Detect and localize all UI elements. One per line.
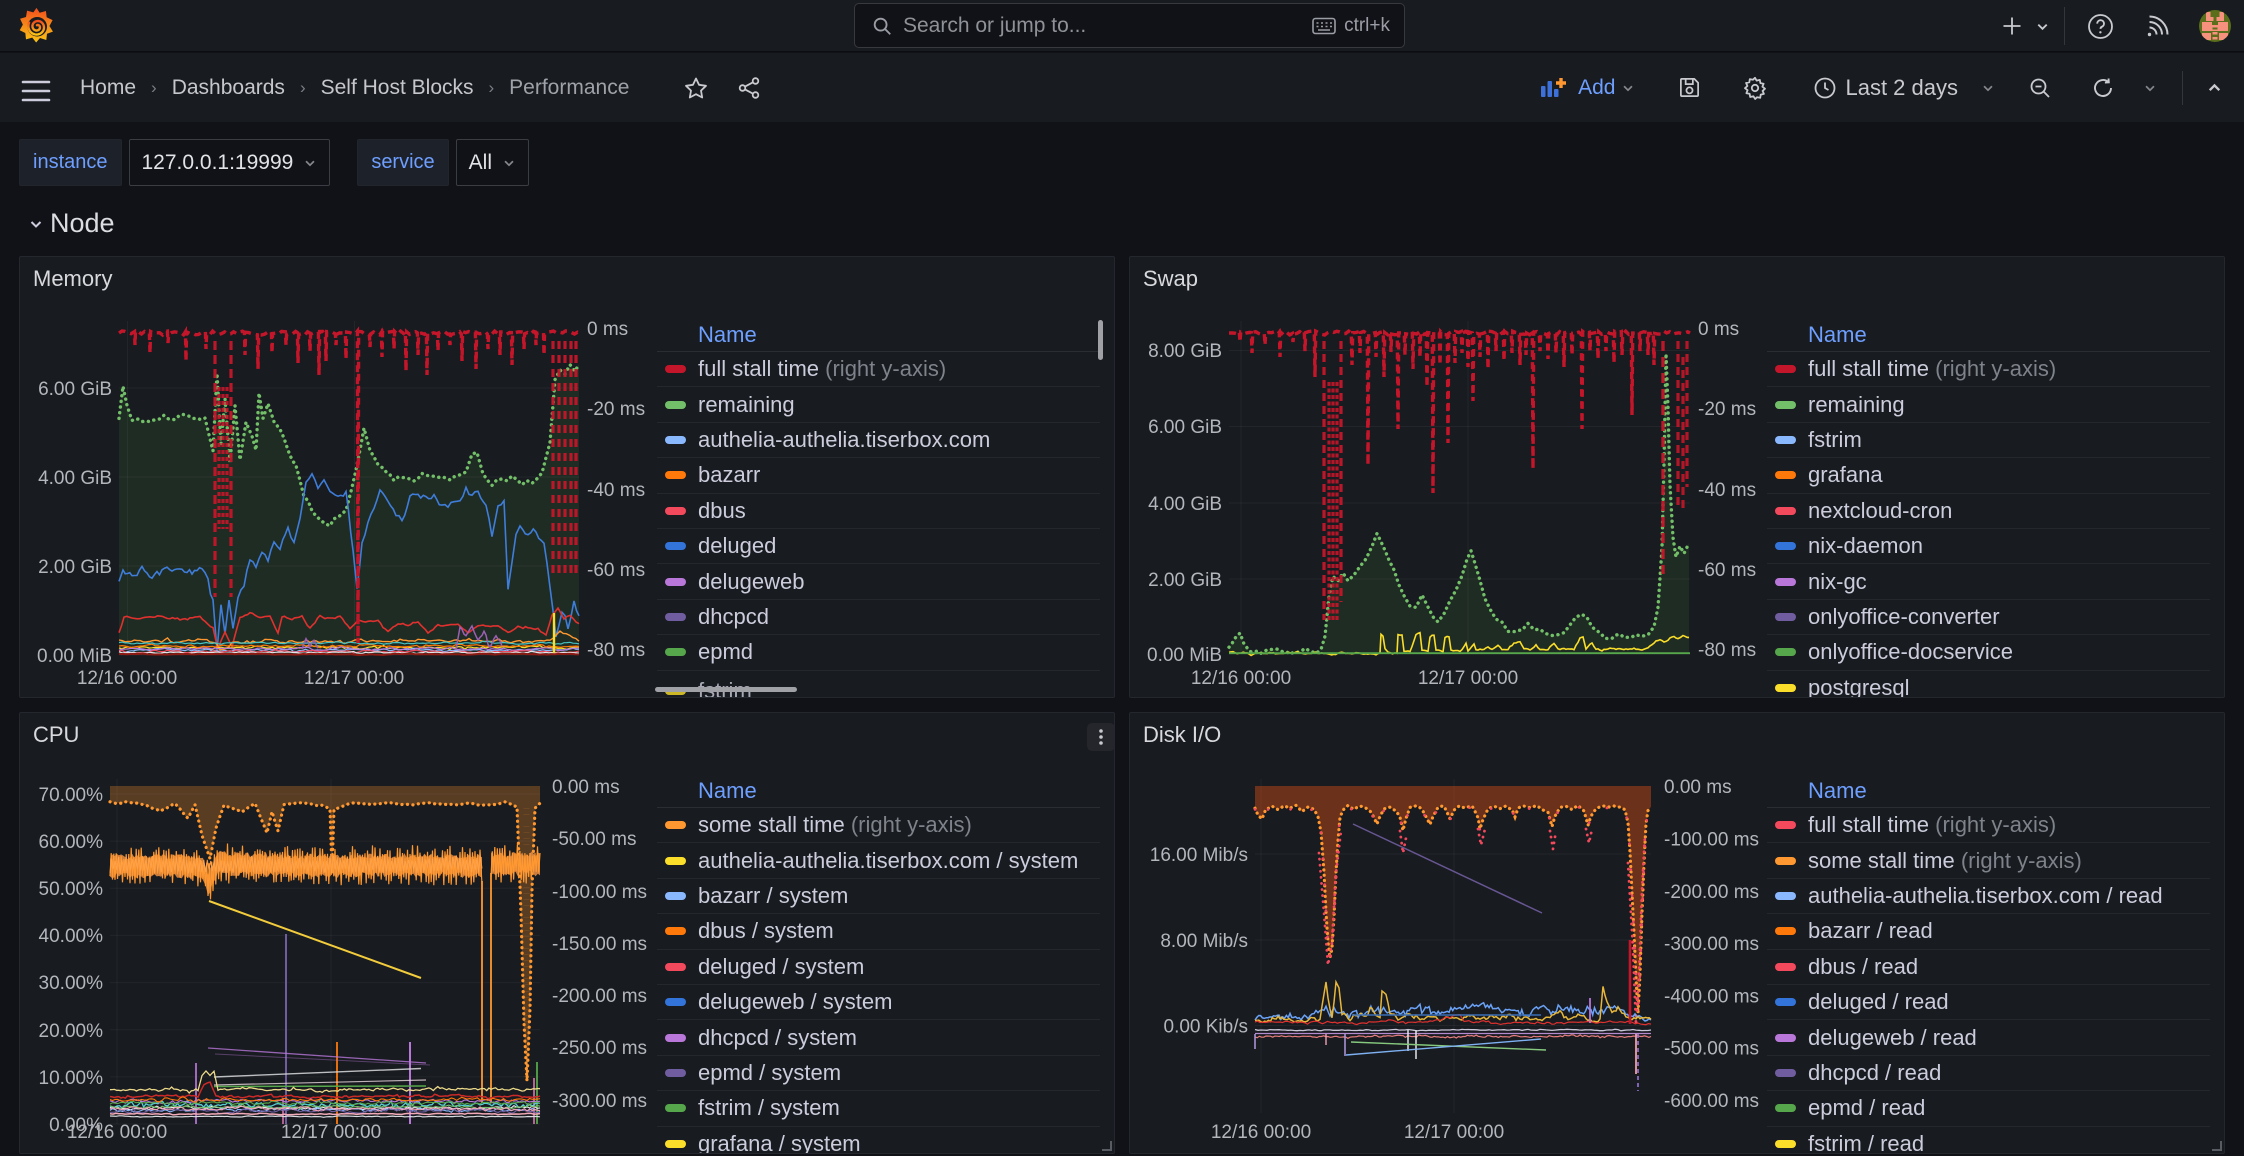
svg-text:12/16 00:00: 12/16 00:00 bbox=[1211, 1122, 1311, 1143]
svg-text:-150.00 ms: -150.00 ms bbox=[552, 934, 647, 955]
svg-text:6.00 GiB: 6.00 GiB bbox=[1148, 417, 1222, 438]
svg-text:-300.00 ms: -300.00 ms bbox=[552, 1091, 647, 1112]
svg-text:-60 ms: -60 ms bbox=[1698, 560, 1756, 581]
svg-text:0 ms: 0 ms bbox=[1698, 319, 1739, 340]
svg-text:-300.00 ms: -300.00 ms bbox=[1664, 934, 1759, 955]
svg-text:-50.00 ms: -50.00 ms bbox=[552, 829, 636, 850]
svg-text:50.00%: 50.00% bbox=[39, 879, 104, 900]
svg-text:4.00 GiB: 4.00 GiB bbox=[38, 468, 112, 489]
svg-text:-200.00 ms: -200.00 ms bbox=[1664, 882, 1759, 903]
svg-text:-80 ms: -80 ms bbox=[1698, 640, 1756, 661]
svg-text:0.00 MiB: 0.00 MiB bbox=[1147, 645, 1222, 666]
svg-text:2.00 GiB: 2.00 GiB bbox=[38, 557, 112, 578]
svg-text:0.00 ms: 0.00 ms bbox=[552, 777, 620, 798]
svg-text:0.00 MiB: 0.00 MiB bbox=[37, 646, 112, 667]
svg-text:16.00 Mib/s: 16.00 Mib/s bbox=[1150, 845, 1248, 866]
svg-text:60.00%: 60.00% bbox=[39, 832, 104, 853]
svg-text:8.00 Mib/s: 8.00 Mib/s bbox=[1160, 931, 1248, 952]
svg-text:-500.00 ms: -500.00 ms bbox=[1664, 1039, 1759, 1060]
svg-text:30.00%: 30.00% bbox=[39, 973, 104, 994]
svg-text:8.00 GiB: 8.00 GiB bbox=[1148, 341, 1222, 362]
svg-text:40.00%: 40.00% bbox=[39, 926, 104, 947]
svg-text:12/16 00:00: 12/16 00:00 bbox=[1191, 668, 1291, 689]
svg-text:-100.00 ms: -100.00 ms bbox=[552, 882, 647, 903]
svg-text:12/17 00:00: 12/17 00:00 bbox=[1404, 1122, 1504, 1143]
svg-text:12/17 00:00: 12/17 00:00 bbox=[281, 1122, 381, 1143]
svg-text:-250.00 ms: -250.00 ms bbox=[552, 1038, 647, 1059]
svg-text:12/16 00:00: 12/16 00:00 bbox=[67, 1122, 167, 1143]
svg-text:70.00%: 70.00% bbox=[39, 785, 104, 806]
svg-text:6.00 GiB: 6.00 GiB bbox=[38, 379, 112, 400]
svg-text:-20 ms: -20 ms bbox=[587, 399, 645, 420]
svg-text:-80 ms: -80 ms bbox=[587, 640, 645, 661]
svg-text:-60 ms: -60 ms bbox=[587, 560, 645, 581]
svg-text:0 ms: 0 ms bbox=[587, 319, 628, 340]
svg-text:0.00 ms: 0.00 ms bbox=[1664, 777, 1732, 798]
svg-text:-40 ms: -40 ms bbox=[587, 480, 645, 501]
svg-text:-600.00 ms: -600.00 ms bbox=[1664, 1091, 1759, 1112]
svg-text:-100.00 ms: -100.00 ms bbox=[1664, 830, 1759, 851]
svg-text:-200.00 ms: -200.00 ms bbox=[552, 986, 647, 1007]
svg-text:2.00 GiB: 2.00 GiB bbox=[1148, 570, 1222, 591]
svg-text:12/17 00:00: 12/17 00:00 bbox=[304, 668, 404, 689]
svg-text:0.00 Kib/s: 0.00 Kib/s bbox=[1164, 1017, 1249, 1038]
svg-text:12/16 00:00: 12/16 00:00 bbox=[77, 668, 177, 689]
svg-text:10.00%: 10.00% bbox=[39, 1068, 104, 1089]
svg-text:-40 ms: -40 ms bbox=[1698, 480, 1756, 501]
svg-text:-400.00 ms: -400.00 ms bbox=[1664, 986, 1759, 1007]
svg-text:-20 ms: -20 ms bbox=[1698, 399, 1756, 420]
svg-text:12/17 00:00: 12/17 00:00 bbox=[1418, 668, 1518, 689]
svg-text:20.00%: 20.00% bbox=[39, 1021, 104, 1042]
svg-text:4.00 GiB: 4.00 GiB bbox=[1148, 494, 1222, 515]
